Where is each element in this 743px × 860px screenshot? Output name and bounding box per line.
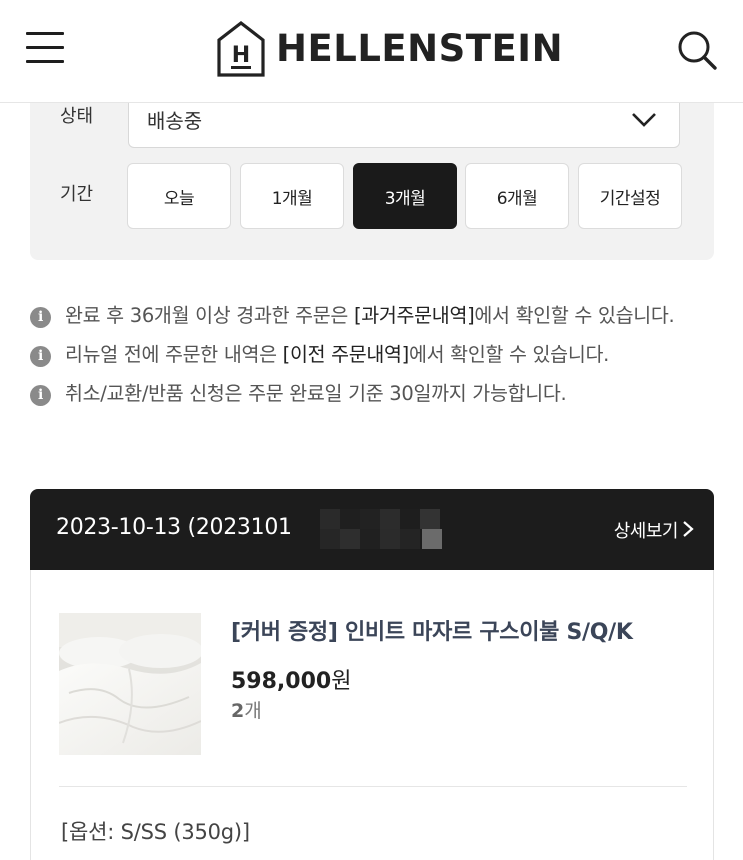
product-price: 598,000원: [231, 669, 352, 694]
notice-item: i 취소/교환/반품 신청은 주문 완료일 기준 30일까지 가능합니다.: [30, 376, 720, 412]
period-button-1month[interactable]: 1개월: [240, 163, 344, 229]
previous-orders-link[interactable]: [이전 주문내역]: [283, 343, 410, 366]
hamburger-icon[interactable]: [26, 32, 64, 64]
top-header: H HELLENSTEIN: [0, 0, 743, 103]
past-orders-link[interactable]: [과거주문내역]: [354, 304, 475, 327]
svg-text:H: H: [232, 43, 250, 68]
chevron-right-icon[interactable]: [682, 520, 694, 538]
info-icon: i: [30, 346, 51, 367]
info-icon: i: [30, 307, 51, 328]
period-button-today[interactable]: 오늘: [127, 163, 231, 229]
house-logo-icon: H: [217, 20, 265, 77]
product-quantity: 2개: [231, 700, 262, 722]
order-card-body: [커버 증정] 인비트 마자르 구스이불 S/Q/K 598,000원 2개 […: [30, 570, 714, 860]
period-label: 기간: [60, 184, 94, 205]
order-detail-link[interactable]: 상세보기: [614, 517, 679, 543]
order-card-header: 2023-10-13 (2023101 상세보기: [30, 489, 714, 570]
notice-item: i 리뉴얼 전에 주문한 내역은 [이전 주문내역]에서 확인할 수 있습니다.: [30, 337, 720, 373]
notice-list: i 완료 후 36개월 이상 경과한 주문은 [과거주문내역]에서 확인할 수 …: [30, 298, 720, 412]
brand-logo[interactable]: H HELLENSTEIN: [216, 20, 563, 78]
notice-item: i 완료 후 36개월 이상 경과한 주문은 [과거주문내역]에서 확인할 수 …: [30, 298, 720, 334]
status-value: 배송중: [147, 109, 203, 133]
period-button-6months[interactable]: 6개월: [465, 163, 569, 229]
product-option: [옵션: S/SS (350g)]: [61, 820, 250, 844]
period-button-custom[interactable]: 기간설정: [578, 163, 682, 229]
order-date-number: 2023-10-13 (2023101: [56, 515, 292, 540]
brand-name: HELLENSTEIN: [276, 27, 564, 70]
divider: [59, 786, 687, 787]
period-button-3months[interactable]: 3개월: [353, 163, 457, 229]
product-thumbnail[interactable]: [59, 613, 201, 755]
product-name[interactable]: [커버 증정] 인비트 마자르 구스이불 S/Q/K: [231, 614, 633, 646]
chevron-down-icon: [632, 113, 656, 127]
redacted-order-number: [320, 509, 450, 551]
search-icon[interactable]: [675, 28, 719, 72]
info-icon: i: [30, 385, 51, 406]
status-label: 상태: [60, 106, 94, 127]
